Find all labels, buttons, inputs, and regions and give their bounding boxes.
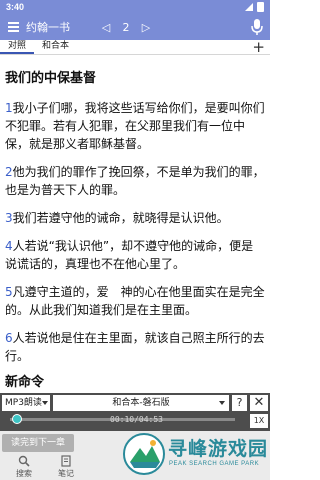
verse-number: 4 bbox=[5, 239, 13, 253]
watermark: 寻峰游戏园 PEAK SEARCH GAME PARK bbox=[122, 430, 268, 478]
playback-time: 00:10/04:53 bbox=[110, 415, 163, 424]
prev-chapter-button[interactable]: ◁ bbox=[96, 21, 116, 34]
toolbar: 约翰一书 ◁ 2 ▷ bbox=[0, 14, 270, 40]
dropdown-icon bbox=[219, 401, 225, 405]
version-tabs: 对照 和合本 + bbox=[0, 38, 270, 56]
watermark-text-cn: 寻峰游戏园 bbox=[168, 438, 269, 460]
verse[interactable]: 3我们若遵守他的诫命，就晓得是认识他。 bbox=[5, 209, 265, 227]
scripture-content[interactable]: 我们的中保基督 1我小子们哪，我将这些话写给你们，是要叫你们不犯罪。若有人犯罪，… bbox=[0, 56, 270, 390]
speed-button[interactable]: 1X bbox=[250, 414, 268, 428]
nav-notes[interactable]: 笔记 bbox=[46, 455, 86, 479]
battery-icon bbox=[257, 2, 264, 12]
audio-version-select[interactable]: 和合本-磐石版 bbox=[53, 395, 229, 411]
section-heading: 新命令 bbox=[5, 375, 45, 390]
nav-search[interactable]: 搜索 bbox=[4, 455, 44, 479]
audio-version-value: 和合本-磐石版 bbox=[112, 398, 170, 408]
verse-text: 我小子们哪，我将这些话写给你们，是要叫你们不犯罪。若有人犯罪，在父那里我们有一位… bbox=[5, 101, 265, 151]
menu-icon[interactable] bbox=[0, 22, 26, 32]
next-chapter-button[interactable]: ▷ bbox=[136, 21, 156, 34]
verse-number: 6 bbox=[5, 331, 13, 345]
verse-text: 我们若遵守他的诫命，就晓得是认识他。 bbox=[12, 211, 229, 225]
audio-player: MP3朗读 和合本-磐石版 ? ✕ 00:10/04:53 1X bbox=[0, 393, 270, 431]
status-time: 3:40 bbox=[6, 2, 25, 12]
nav-notes-label: 笔记 bbox=[58, 469, 74, 478]
dropdown-icon bbox=[42, 401, 48, 405]
verse[interactable]: 1我小子们哪，我将这些话写给你们，是要叫你们不犯罪。若有人犯罪，在父那里我们有一… bbox=[5, 99, 265, 153]
verse[interactable]: 4人若说“我认识他”，却不遵守他的诫命，便是说谎话的，真理也不在他心里了。 bbox=[5, 237, 265, 273]
close-player-button[interactable]: ✕ bbox=[250, 395, 268, 411]
nav-search-label: 搜索 bbox=[16, 469, 32, 478]
verse-text: 凡遵守主道的，爱 神的心在他里面实在是完全的。从此我们知道我们是在主里面。 bbox=[5, 285, 265, 317]
read-mode-select[interactable]: MP3朗读 bbox=[2, 395, 50, 411]
microphone-icon[interactable] bbox=[250, 18, 264, 36]
verse-number: 2 bbox=[5, 165, 13, 179]
read-mode-value: MP3朗读 bbox=[5, 398, 42, 408]
verse-number: 5 bbox=[5, 285, 13, 299]
status-bar: 3:40 bbox=[0, 0, 270, 14]
status-icons bbox=[245, 2, 264, 12]
watermark-logo-icon bbox=[123, 433, 165, 475]
tab-cuv[interactable]: 和合本 bbox=[34, 39, 77, 54]
verse[interactable]: 6人若说他是住在主里面，就该自己照主所行的去行。 bbox=[5, 329, 265, 365]
signal-icon bbox=[245, 3, 253, 11]
verse[interactable]: 2他为我们的罪作了挽回祭，不是单为我们的罪，也是为普天下人的罪。 bbox=[5, 163, 265, 199]
add-tab-button[interactable]: + bbox=[252, 38, 265, 56]
book-title[interactable]: 约翰一书 bbox=[26, 19, 96, 35]
verse-text: 他为我们的罪作了挽回祭，不是单为我们的罪，也是为普天下人的罪。 bbox=[5, 165, 265, 197]
chapter-number[interactable]: 2 bbox=[116, 21, 136, 34]
section-heading: 我们的中保基督 bbox=[5, 71, 97, 86]
search-icon bbox=[18, 455, 30, 467]
note-icon bbox=[61, 455, 71, 467]
watermark-text-en: PEAK SEARCH GAME PARK bbox=[169, 461, 260, 467]
verse-number: 3 bbox=[5, 211, 13, 225]
tab-compare[interactable]: 对照 bbox=[0, 39, 35, 54]
read-to-next-chapter-button[interactable]: 读完到下一章 bbox=[2, 434, 74, 452]
verse-number: 1 bbox=[5, 101, 13, 115]
help-button[interactable]: ? bbox=[232, 395, 247, 411]
verse-text: 人若说“我认识他”，却不遵守他的诫命，便是说谎话的，真理也不在他心里了。 bbox=[5, 239, 254, 271]
verse[interactable]: 5凡遵守主道的，爱 神的心在他里面实在是完全的。从此我们知道我们是在主里面。 bbox=[5, 283, 265, 319]
seek-knob[interactable] bbox=[11, 414, 22, 424]
verse-text: 人若说他是住在主里面，就该自己照主所行的去行。 bbox=[5, 331, 265, 363]
